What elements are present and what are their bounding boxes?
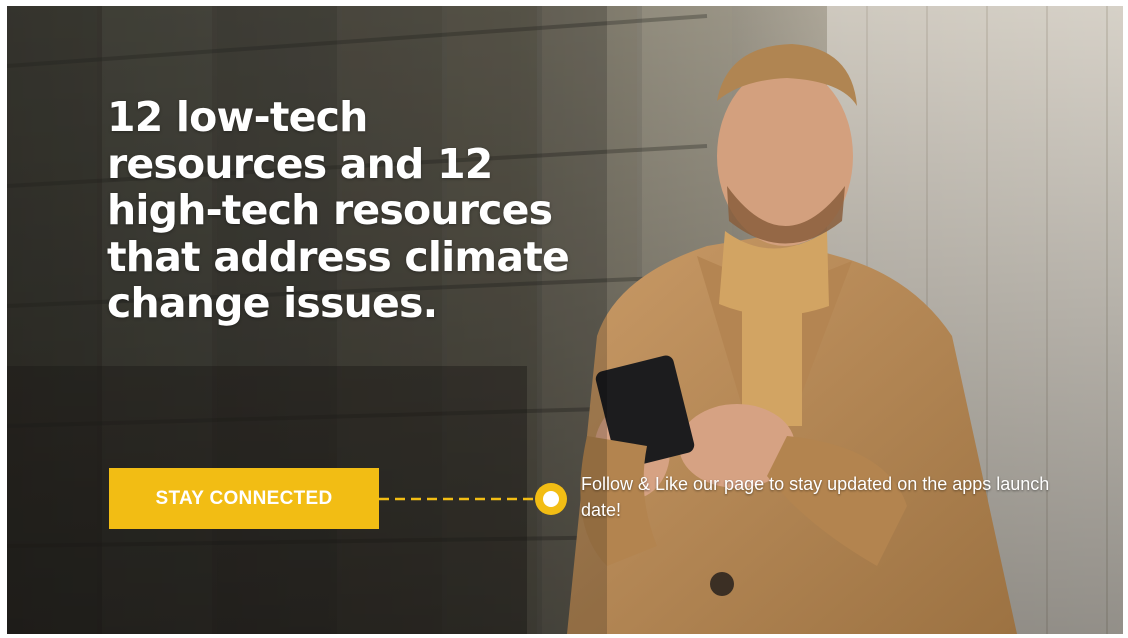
- stay-connected-button[interactable]: STAY CONNECTED: [109, 468, 379, 529]
- follow-message: Follow & Like our page to stay updated o…: [581, 474, 1050, 520]
- headline: 12 low-tech resources and 12 high-tech r…: [107, 93, 570, 327]
- promo-banner: 12 low-tech resources and 12 high-tech r…: [7, 6, 1123, 634]
- dot-circle-icon: [535, 483, 567, 515]
